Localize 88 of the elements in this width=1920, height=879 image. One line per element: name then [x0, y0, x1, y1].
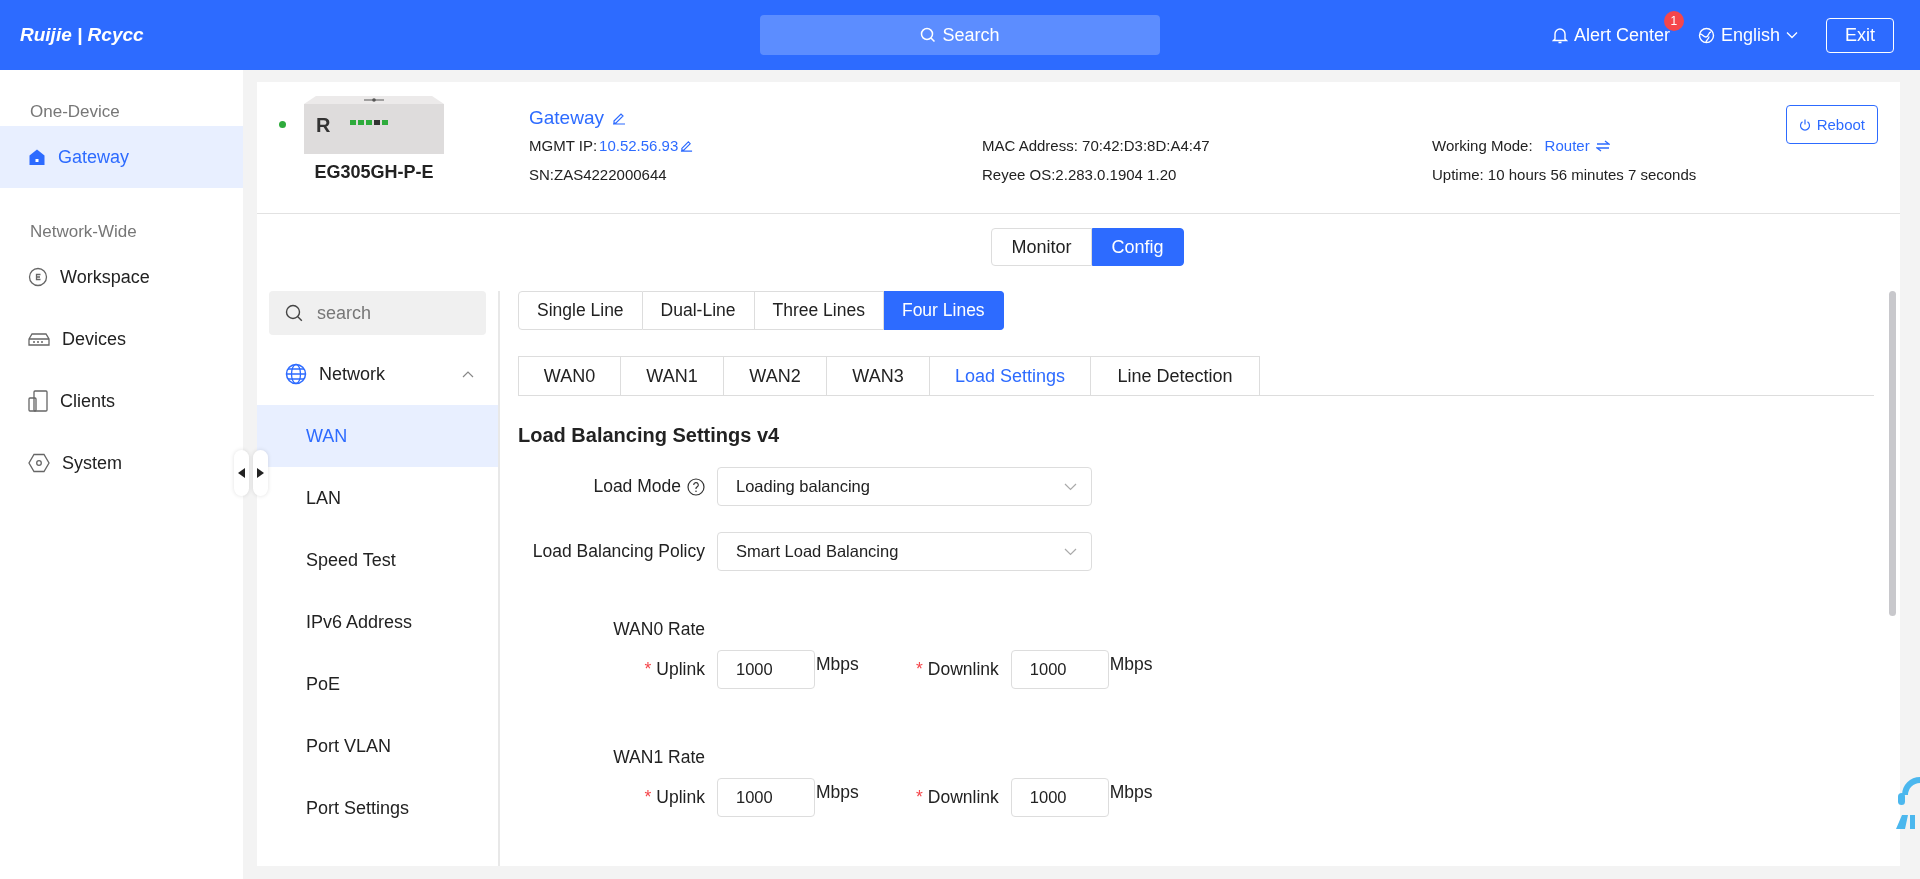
required-mark: *	[644, 659, 652, 680]
search-icon	[285, 304, 303, 322]
chevron-down-icon	[1064, 482, 1077, 491]
triangle-left-icon	[238, 468, 245, 478]
uplink-input[interactable]: 1000	[717, 778, 815, 817]
bell-icon	[1551, 26, 1568, 44]
unit-label: Mbps	[816, 782, 859, 803]
logo[interactable]: Ruijie | Rcycc	[20, 24, 144, 46]
line-mode-tab[interactable]: Dual-Line	[642, 291, 755, 330]
power-icon	[1798, 118, 1811, 131]
view-tab[interactable]: Config	[1091, 228, 1184, 266]
mac-address: MAC Address: 70:42:D3:8D:A4:47	[982, 137, 1210, 154]
downlink-input[interactable]: 1000	[1010, 650, 1109, 689]
menu-item[interactable]: LAN	[306, 467, 341, 529]
settings-tab[interactable]: Load Settings	[930, 356, 1091, 395]
sidebar-item[interactable]: System	[28, 432, 122, 494]
menu-item[interactable]: Speed Test	[306, 529, 396, 591]
chevron-up-icon	[462, 370, 474, 378]
device-name: Gateway	[529, 107, 604, 129]
switch-icon	[28, 332, 50, 346]
rate-group-label: WAN1 Rate	[613, 747, 705, 768]
hexagon-icon	[28, 453, 50, 473]
line-mode-tab[interactable]: Three Lines	[754, 291, 884, 330]
field-label: Downlink	[927, 787, 999, 808]
sidebar-item[interactable]: Gateway	[0, 126, 243, 188]
mgmt-ip-value: 10.52.56.93	[599, 137, 679, 154]
serial-number: SN:ZAS4222000644	[529, 166, 667, 183]
required-mark: *	[644, 787, 652, 808]
uptime: Uptime: 10 hours 56 minutes 7 seconds	[1432, 166, 1697, 183]
menu-item[interactable]: IPv6 Address	[306, 591, 413, 653]
settings-tab[interactable]: WAN2	[724, 356, 827, 395]
field-label: Downlink	[927, 659, 999, 680]
chevron-down-icon	[1786, 31, 1798, 39]
settings-tab[interactable]: WAN1	[621, 356, 724, 395]
required-mark: *	[916, 787, 923, 808]
chevron-down-icon	[1064, 547, 1077, 556]
section-title: Load Balancing Settings v4	[518, 424, 781, 447]
view-tab[interactable]: Monitor	[991, 228, 1092, 266]
field-label: Uplink	[656, 787, 705, 808]
dropdown[interactable]: Smart Load Balancing	[717, 532, 1092, 571]
edit-icon[interactable]	[680, 139, 694, 152]
menu-item[interactable]: Port Settings	[306, 777, 410, 839]
reboot-button[interactable]: Reboot	[1785, 105, 1878, 144]
field-label: Uplink	[656, 659, 705, 680]
dropdown[interactable]: Loading balancing	[717, 467, 1092, 506]
field-label: Load Balancing Policy	[532, 541, 705, 562]
menu-item[interactable]: WAN	[257, 405, 498, 467]
exit-button[interactable]: Exit	[1826, 17, 1894, 53]
working-mode-value[interactable]: Router	[1544, 137, 1590, 154]
mgmt-ip-label: MGMT IP:	[529, 137, 598, 154]
gateway-device-drawing: R	[304, 96, 444, 154]
section-heading: One-Device	[29, 102, 121, 123]
search-input[interactable]: search	[315, 301, 459, 325]
swap-arrows-icon[interactable]	[1595, 139, 1610, 152]
menu-search-field[interactable]: search	[269, 291, 486, 335]
menu-item[interactable]: PoE	[306, 653, 341, 715]
collapse-button[interactable]	[234, 450, 249, 496]
line-mode-tab[interactable]: Single Line	[518, 291, 643, 330]
settings-tab[interactable]: WAN0	[518, 356, 621, 395]
sidebar-item[interactable]: Clients	[28, 370, 116, 432]
downlink-input[interactable]: 1000	[1010, 778, 1109, 817]
required-mark: *	[916, 659, 923, 680]
device-model: EG305GH-P-E	[314, 162, 434, 183]
edit-icon[interactable]	[612, 111, 626, 125]
rate-group-label: WAN0 Rate	[613, 619, 705, 640]
sidebar-item[interactable]: Devices	[28, 308, 127, 370]
menu-group[interactable]: Network	[257, 343, 498, 405]
working-mode-label: Working Mode:	[1432, 137, 1533, 154]
unit-label: Mbps	[816, 654, 859, 675]
help-icon[interactable]	[687, 477, 705, 496]
phone-tablet-icon	[28, 390, 48, 412]
os-version: Reyee OS:2.283.0.1904 1.20	[982, 166, 1177, 183]
unit-label: Mbps	[1109, 654, 1153, 675]
menu-item[interactable]: Port VLAN	[306, 715, 392, 777]
section-heading: Network-Wide	[29, 222, 138, 243]
line-mode-tab[interactable]: Four Lines	[883, 291, 1004, 330]
field-label: Load Mode	[593, 476, 681, 497]
settings-tab[interactable]: Line Detection	[1091, 356, 1260, 395]
sidebar-item[interactable]: Workspace	[28, 246, 150, 308]
home-icon	[28, 148, 46, 166]
triangle-right-icon	[257, 468, 264, 478]
uplink-input[interactable]: 1000	[717, 650, 815, 689]
notification-badge: 1	[1663, 10, 1684, 31]
scrollbar-thumb[interactable]	[1889, 291, 1896, 616]
language-selector[interactable]: English	[1697, 24, 1798, 46]
unit-label: Mbps	[1109, 782, 1153, 803]
search-icon	[920, 27, 937, 43]
expand-button[interactable]	[253, 450, 268, 496]
